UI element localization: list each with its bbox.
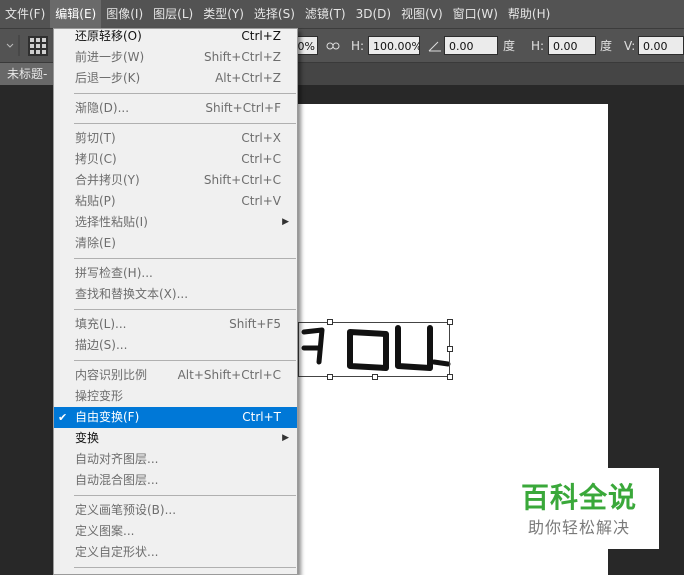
transform-handle-bottom[interactable] bbox=[327, 374, 333, 380]
menu-layer[interactable]: 图层(L) bbox=[148, 0, 198, 28]
link-icon[interactable] bbox=[326, 29, 340, 62]
menu-filter[interactable]: 滤镜(T) bbox=[300, 0, 351, 28]
menu-item-check-spelling[interactable]: 拼写检查(H)... bbox=[54, 263, 297, 284]
menu-item-copy-merged[interactable]: 合并拷贝(Y) Shift+Ctrl+C bbox=[54, 170, 297, 191]
degree-label-2: 度 bbox=[600, 39, 613, 53]
menu-item-auto-blend-layers[interactable]: 自动混合图层... bbox=[54, 470, 297, 491]
horizontal-skew-field[interactable]: 0.00 bbox=[548, 36, 596, 55]
watermark-title: 百科全说 bbox=[520, 481, 637, 514]
rotation-field[interactable]: 0.00 bbox=[444, 36, 498, 55]
edit-dropdown-menu: 还原轻移(O) Ctrl+Z 前进一步(W) Shift+Ctrl+Z 后退一步(K… bbox=[53, 28, 298, 575]
menu-item-transform[interactable]: 变换 ▶ bbox=[54, 428, 297, 449]
menu-item-cut[interactable]: 剪切(T) Ctrl+X bbox=[54, 128, 297, 149]
menu-select[interactable]: 选择(S) bbox=[249, 0, 300, 28]
menu-item-paste-special[interactable]: 选择性粘贴(I) ▶ bbox=[54, 212, 297, 233]
document-tab[interactable]: 未标题- bbox=[0, 63, 56, 85]
menu-bar: 文件(F) 编辑(E) 图像(I) 图层(L) 类型(Y) 选择(S) 滤镜(T… bbox=[0, 0, 684, 29]
menu-item-content-aware-scale[interactable]: 内容识别比例 Alt+Shift+Ctrl+C bbox=[54, 365, 297, 386]
menu-item-paste[interactable]: 粘贴(P) Ctrl+V bbox=[54, 191, 297, 212]
height-label: H: bbox=[351, 38, 365, 53]
menu-item-define-brush-preset[interactable]: 定义画笔预设(B)... bbox=[54, 500, 297, 521]
menu-item-free-transform[interactable]: ✔ 自由变换(F) Ctrl+T bbox=[54, 407, 297, 428]
menu-item-step-backward[interactable]: 后退一步(K) Alt+Ctrl+Z bbox=[54, 68, 297, 89]
menu-item-fade[interactable]: 渐隐(D)... Shift+Ctrl+F bbox=[54, 98, 297, 119]
tool-preset-dropdown-icon[interactable] bbox=[6, 29, 14, 62]
menu-item-undo-nudge[interactable]: 还原轻移(O) Ctrl+Z bbox=[54, 26, 297, 47]
menu-3d[interactable]: 3D(D) bbox=[351, 0, 396, 28]
menu-item-define-pattern[interactable]: 定义图案... bbox=[54, 521, 297, 542]
reference-point-grid-icon[interactable] bbox=[26, 29, 50, 62]
watermark-logo: 百科全说 助你轻松解决 bbox=[499, 468, 659, 549]
transform-handle-top-right[interactable] bbox=[447, 319, 453, 325]
menu-image[interactable]: 图像(I) bbox=[101, 0, 148, 28]
menu-edit[interactable]: 编辑(E) bbox=[50, 0, 102, 28]
menu-separator bbox=[74, 309, 296, 310]
watermark-subtitle: 助你轻松解决 bbox=[527, 518, 630, 537]
menu-separator bbox=[74, 123, 296, 124]
menu-type[interactable]: 类型(Y) bbox=[198, 0, 249, 28]
transform-handle-top[interactable] bbox=[327, 319, 333, 325]
menu-item-fill[interactable]: 填充(L)... Shift+F5 bbox=[54, 314, 297, 335]
menu-separator bbox=[74, 495, 296, 496]
divider bbox=[18, 29, 20, 62]
submenu-arrow-icon: ▶ bbox=[282, 217, 289, 227]
menu-view[interactable]: 视图(V) bbox=[396, 0, 448, 28]
height-field[interactable]: 100.00% bbox=[368, 36, 420, 55]
vertical-skew-field[interactable]: 0.00 bbox=[638, 36, 684, 55]
menu-item-auto-align-layers[interactable]: 自动对齐图层... bbox=[54, 449, 297, 470]
transform-handle-bottom-right[interactable] bbox=[447, 374, 453, 380]
menu-item-stroke[interactable]: 描边(S)... bbox=[54, 335, 297, 356]
transform-bounding-box[interactable] bbox=[298, 322, 450, 377]
menu-separator bbox=[74, 258, 296, 259]
menu-item-define-custom-shape[interactable]: 定义自定形状... bbox=[54, 542, 297, 563]
menu-separator bbox=[74, 567, 296, 568]
menu-item-puppet-warp[interactable]: 操控变形 bbox=[54, 386, 297, 407]
angle-icon bbox=[428, 29, 442, 62]
horizontal-skew-label: H: bbox=[531, 38, 545, 53]
menu-item-step-forward[interactable]: 前进一步(W) Shift+Ctrl+Z bbox=[54, 47, 297, 68]
menu-separator bbox=[74, 360, 296, 361]
transform-handle-bottom-mid[interactable] bbox=[372, 374, 378, 380]
degree-label: 度 bbox=[503, 39, 516, 53]
menu-separator bbox=[74, 93, 296, 94]
vertical-skew-label: V: bbox=[624, 38, 636, 53]
menu-help[interactable]: 帮助(H) bbox=[503, 0, 555, 28]
menu-file[interactable]: 文件(F) bbox=[0, 0, 50, 28]
checkmark-icon: ✔ bbox=[58, 411, 68, 424]
transform-handle-right[interactable] bbox=[447, 346, 453, 352]
menu-window[interactable]: 窗口(W) bbox=[448, 0, 503, 28]
submenu-arrow-icon: ▶ bbox=[282, 433, 289, 443]
menu-item-clear[interactable]: 清除(E) bbox=[54, 233, 297, 254]
menu-item-copy[interactable]: 拷贝(C) Ctrl+C bbox=[54, 149, 297, 170]
menu-item-find-replace[interactable]: 查找和替换文本(X)... bbox=[54, 284, 297, 305]
